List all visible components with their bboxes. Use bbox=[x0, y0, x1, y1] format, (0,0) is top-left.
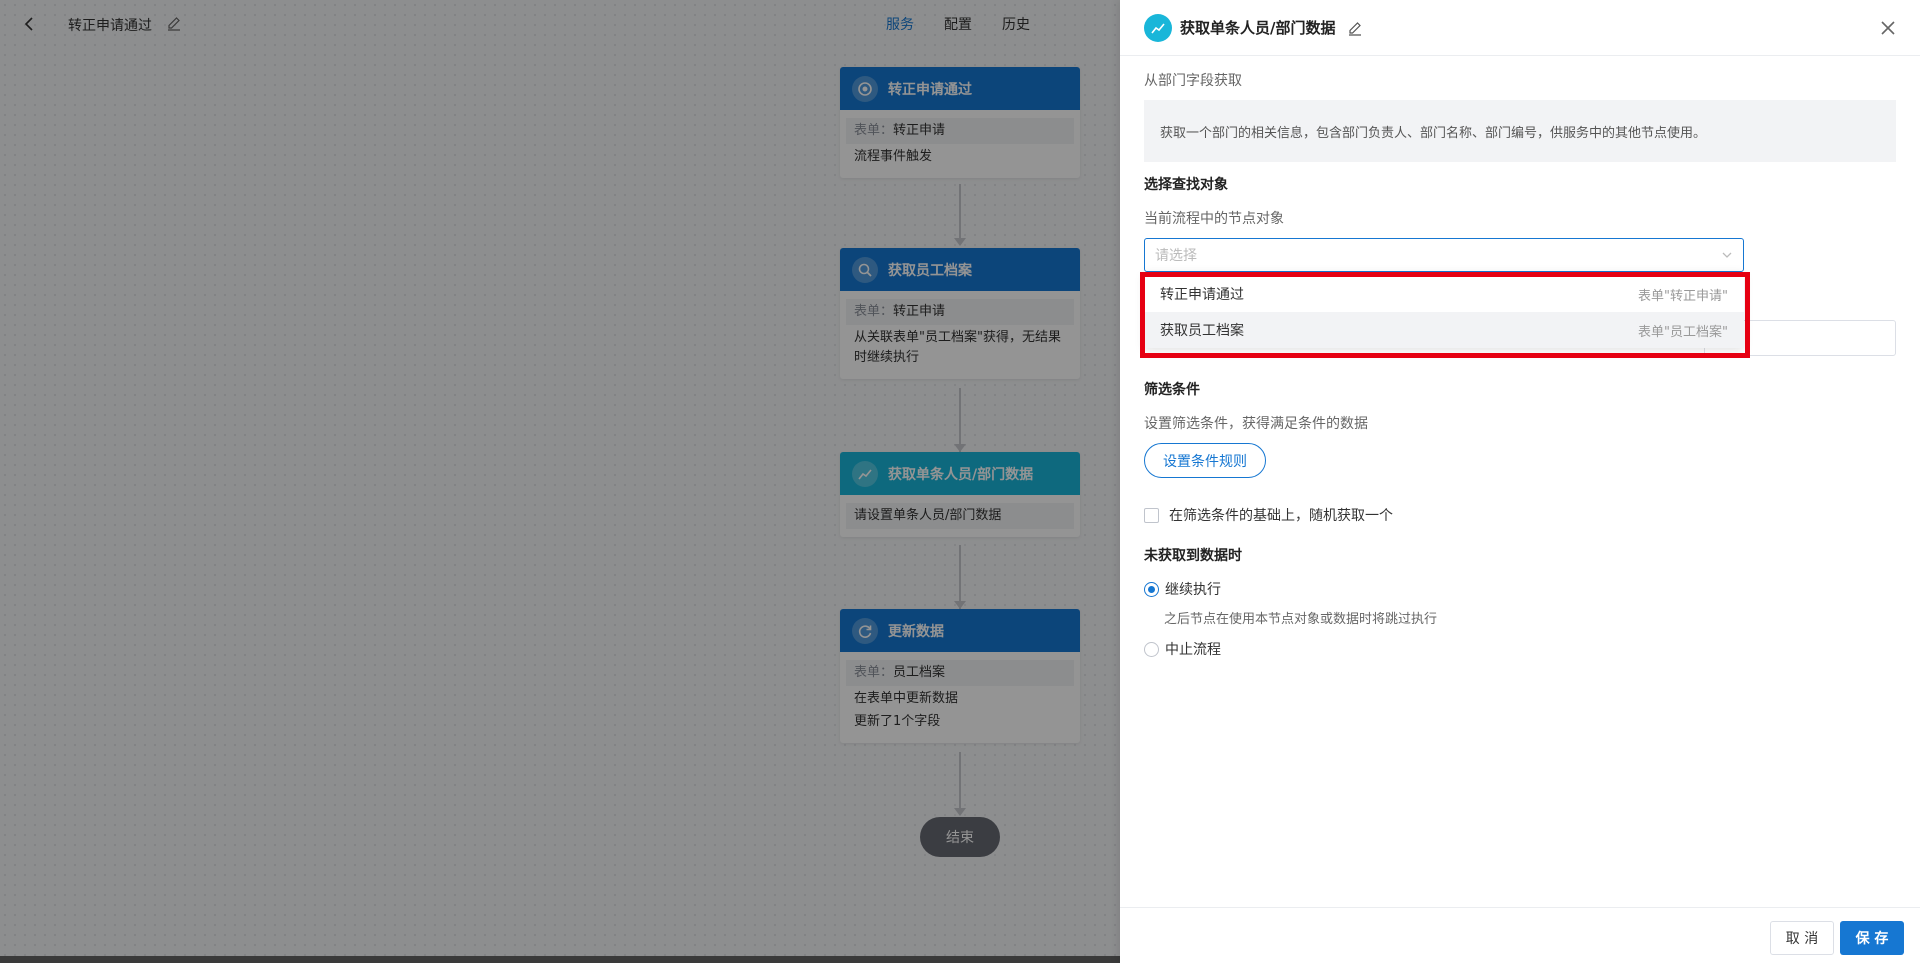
close-icon[interactable] bbox=[1878, 18, 1898, 38]
radio-continue[interactable]: 继续执行 bbox=[1144, 579, 1221, 599]
radio-button[interactable] bbox=[1144, 581, 1159, 597]
random-pick-checkbox[interactable] bbox=[1144, 507, 1159, 523]
option-label: 转正申请通过 bbox=[1160, 287, 1244, 303]
option-label: 获取员工档案 bbox=[1160, 323, 1244, 339]
drawer-title: 获取单条人员/部门数据 bbox=[1180, 19, 1336, 37]
section-title-select-target: 选择查找对象 bbox=[1144, 177, 1228, 193]
section-title-no-data: 未获取到数据时 bbox=[1144, 548, 1242, 564]
flow-canvas[interactable]: 转正申请通过 服务 配置 历史 转正申请通过 表单：转正申请 流程事件触发 获取… bbox=[0, 0, 1120, 963]
description-box: 获取一个部门的相关信息，包含部门负责人、部门名称、部门编号，供服务中的其他节点使… bbox=[1144, 100, 1896, 162]
option-sub: 表单"员工档案" bbox=[1638, 324, 1728, 340]
drawer-header: 获取单条人员/部门数据 bbox=[1120, 0, 1920, 56]
random-pick-option[interactable]: 在筛选条件的基础上，随机获取一个 bbox=[1144, 505, 1393, 525]
random-pick-label: 在筛选条件的基础上，随机获取一个 bbox=[1169, 508, 1393, 524]
option-sub: 表单"转正申请" bbox=[1638, 288, 1728, 304]
filter-hint: 设置筛选条件，获得满足条件的数据 bbox=[1144, 416, 1368, 432]
continue-hint: 之后节点在使用本节点对象或数据时将跳过执行 bbox=[1164, 612, 1438, 627]
dropdown-option[interactable]: 获取员工档案 表单"员工档案" bbox=[1144, 312, 1744, 348]
save-button[interactable]: 保 存 bbox=[1840, 921, 1904, 955]
modal-overlay[interactable] bbox=[0, 0, 1120, 963]
chevron-down-icon bbox=[1722, 252, 1732, 258]
drawer-footer: 取 消 保 存 bbox=[1120, 907, 1920, 963]
node-object-select[interactable]: 请选择 bbox=[1144, 238, 1744, 272]
cancel-button[interactable]: 取 消 bbox=[1770, 921, 1834, 955]
select-dropdown: 转正申请通过 表单"转正申请" 获取员工档案 表单"员工档案" bbox=[1144, 272, 1744, 348]
radio-label: 继续执行 bbox=[1165, 582, 1221, 598]
radio-stop[interactable]: 中止流程 bbox=[1144, 639, 1221, 659]
horizontal-scrollbar[interactable] bbox=[0, 956, 1120, 963]
select-placeholder: 请选择 bbox=[1155, 248, 1197, 264]
node-config-drawer: 获取单条人员/部门数据 从部门字段获取 获取一个部门的相关信息，包含部门负责人、… bbox=[1120, 0, 1920, 963]
section-title-filter: 筛选条件 bbox=[1144, 382, 1200, 398]
select-target-hint: 当前流程中的节点对象 bbox=[1144, 211, 1284, 227]
line-chart-icon bbox=[1144, 13, 1172, 42]
edit-title-icon[interactable] bbox=[1347, 20, 1363, 36]
radio-button[interactable] bbox=[1144, 641, 1159, 657]
set-condition-rules-button[interactable]: 设置条件规则 bbox=[1144, 443, 1266, 478]
dropdown-option[interactable]: 转正申请通过 表单"转正申请" bbox=[1144, 276, 1744, 312]
radio-label: 中止流程 bbox=[1165, 642, 1221, 658]
source-note: 从部门字段获取 bbox=[1144, 73, 1242, 89]
